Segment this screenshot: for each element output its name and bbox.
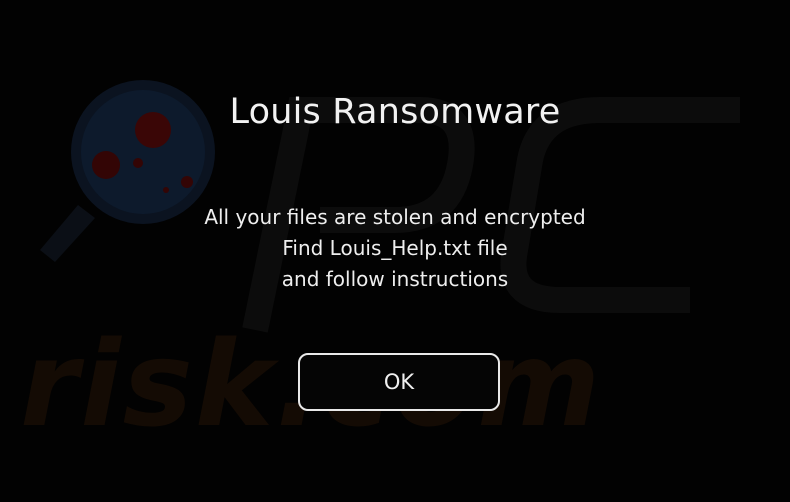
message-line: and follow instructions [281,267,509,291]
message-line: Find Louis_Help.txt file [282,236,508,260]
ransom-note-window: risk.com Louis Ransomware All your files… [0,0,790,502]
message-line: All your files are stolen and encrypted [204,205,586,229]
ransom-message: All your files are stolen and encrypted … [0,202,790,295]
dialog-title: Louis Ransomware [229,92,561,132]
ok-button[interactable]: OK [298,353,500,411]
